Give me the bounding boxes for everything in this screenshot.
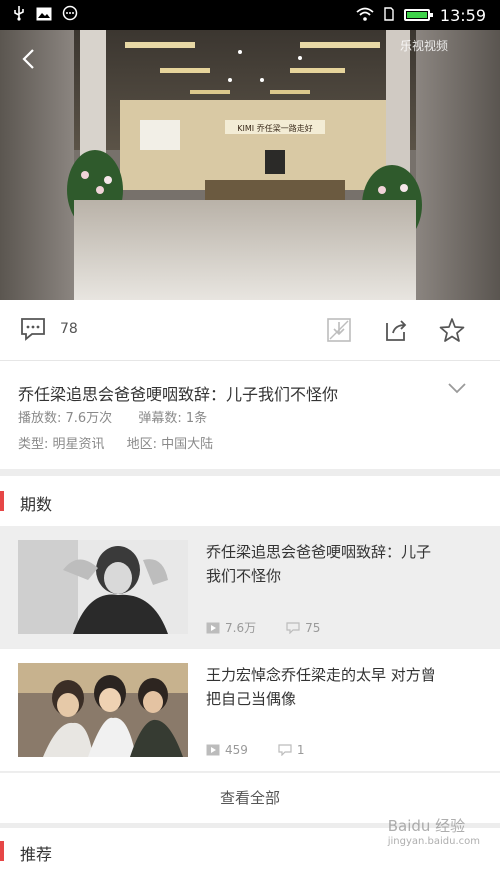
usb-icon [12,5,26,25]
site-watermark: Baidu 经验 jingyan.baidu.com [388,815,480,847]
video-title: 乔任梁追思会爸爸哽咽致辞：儿子我们不怪你 [18,385,339,404]
back-button[interactable] [14,44,44,74]
episode-title-line: 我们不怪你 [206,567,282,585]
section-accent-bar [0,841,4,861]
site-watermark-line: Baidu 经验 [387,817,466,835]
action-bar: 78 [0,300,500,361]
chevron-left-icon [22,49,34,69]
episodes-section-header: 期数 [0,476,500,526]
download-icon [327,318,351,342]
share-icon [386,320,407,341]
video-info: 乔任梁追思会爸爸哽咽致辞：儿子我们不怪你 播放数: 7.6万次 弹幕数: 1条 … [0,361,500,469]
play-icon [206,744,220,756]
expand-button[interactable] [446,377,468,399]
sim-icon [384,6,394,25]
star-icon [439,318,465,342]
battery-icon [403,9,433,21]
episode-comments: 75 [286,621,320,635]
section-accent-bar [0,491,4,511]
episode-title-line: 把自己当偶像 [206,690,297,708]
video-region: 地区: 中国大陆 [126,437,214,452]
episode-meta: 459 1 [206,743,335,757]
favorite-button[interactable] [439,317,465,343]
episode-title-line: 王力宏悼念乔任梁走的太早 对方曾 [206,666,436,684]
episode-meta: 7.6万 75 [206,619,350,636]
image-icon [36,6,52,25]
episode-thumbnail [18,540,188,634]
comment-icon [21,318,45,341]
video-frame: KIMI 乔任梁一路走好 [0,30,500,300]
download-button[interactable] [326,317,352,343]
episode-title: 乔任梁追思会爸爸哽咽致辞：儿子 我们不怪你 [206,540,476,588]
episode-comment-count: 1 [296,743,305,757]
site-watermark-url: jingyan.baidu.com [387,836,480,847]
episode-title: 王力宏悼念乔任梁走的太早 对方曾 把自己当偶像 [206,663,476,711]
episode-play-count: 459 [225,743,248,757]
video-type: 类型: 明星资讯 [18,437,105,452]
episode-item[interactable]: 乔任梁追思会爸爸哽咽致辞：儿子 我们不怪你 7.6万 75 [0,526,500,648]
play-stats: 播放数: 7.6万次 弹幕数: 1条 [18,407,207,426]
recommend-section-title: 推荐 [20,845,53,864]
share-button[interactable] [383,317,409,343]
play-count: 播放数: 7.6万次 [18,411,113,426]
chevron-down-icon [448,383,466,394]
message-icon [62,5,78,25]
episodes-section-title: 期数 [20,495,53,514]
comment-icon [278,744,292,756]
episode-comment-count: 75 [305,620,321,635]
comment-icon [286,621,300,634]
brand-watermark: 乐视视频 [399,39,448,53]
wifi-icon [356,6,374,25]
danmaku-count: 弹幕数: 1条 [138,411,208,426]
episode-comments: 1 [278,743,305,757]
comment-count: 78 [60,321,78,337]
video-meta: 类型: 明星资讯 地区: 中国大陆 [18,433,213,452]
episode-item[interactable]: 王力宏悼念乔任梁走的太早 对方曾 把自己当偶像 459 1 [0,649,500,771]
status-bar: 13:59 [0,0,500,30]
episode-play-count: 7.6万 [225,621,257,635]
memorial-banner: KIMI 乔任梁一路走好 [237,123,312,133]
video-player[interactable]: KIMI 乔任梁一路走好 乐视视频 [0,30,500,300]
episode-plays: 7.6万 [206,619,256,636]
episode-title-line: 乔任梁追思会爸爸哽咽致辞：儿子 [206,543,432,561]
comment-button[interactable]: 78 [20,317,78,341]
episode-thumbnail [18,663,188,757]
clock: 13:59 [439,5,486,25]
play-icon [206,622,220,633]
episode-plays: 459 [206,743,248,757]
